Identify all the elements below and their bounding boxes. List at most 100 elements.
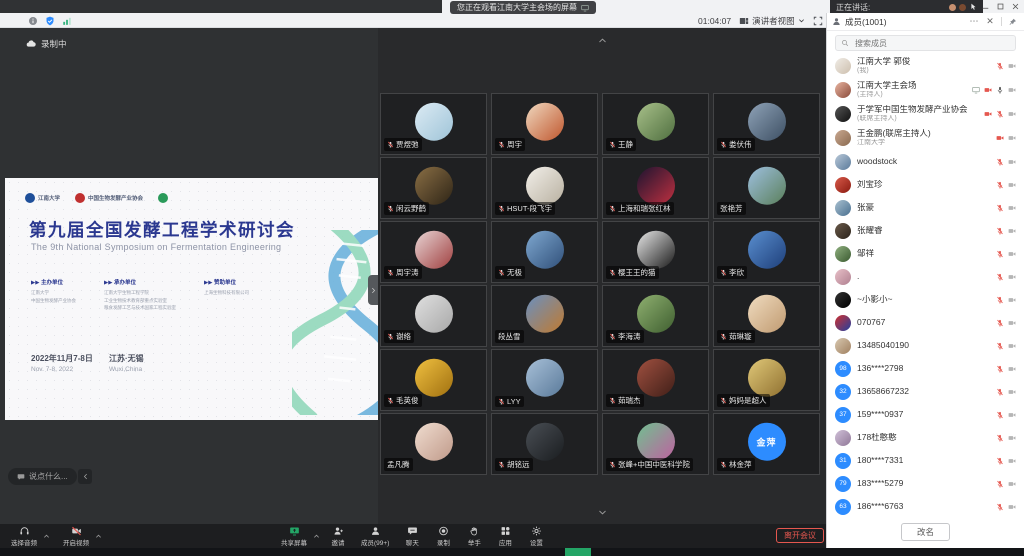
member-status-icons <box>996 273 1016 281</box>
chat-collapse-button[interactable] <box>78 469 92 484</box>
participant-tile[interactable]: 金萍 林金萍 <box>713 413 820 475</box>
member-row[interactable]: 张耀睿 <box>835 219 1016 242</box>
view-mode-button[interactable]: 演讲者视图 <box>739 15 805 27</box>
member-row[interactable]: 79 183****5279 <box>835 472 1016 495</box>
toolbar-button-apps[interactable]: 应用 <box>492 525 518 548</box>
member-name: woodstock <box>857 157 990 167</box>
member-row[interactable]: woodstock <box>835 150 1016 173</box>
member-row[interactable]: 江南大学 郭俊 (我) <box>835 54 1016 78</box>
toolbar-button-camera-slash[interactable]: 开启视频 <box>58 525 94 548</box>
participant-tile[interactable]: 妈妈是超人 <box>713 349 820 411</box>
participant-tile[interactable]: 周宇 <box>491 93 598 155</box>
mic-muted-icon <box>609 141 616 148</box>
sidebar-footer: 改名 <box>827 523 1024 541</box>
chat-quick-input[interactable]: 说点什么... <box>8 468 77 485</box>
participant-tile[interactable]: 茹琳璇 <box>713 285 820 347</box>
toolbar-button-members[interactable]: 成员(99+) <box>356 525 394 548</box>
poster-logos: 江南大学 中国生物发酵产业协会 <box>25 193 171 203</box>
minimize-button[interactable] <box>978 0 993 13</box>
toolbar-button-invite[interactable]: 邀请 <box>325 525 351 548</box>
participant-tile[interactable]: 孟凡腾 <box>380 413 487 475</box>
participant-avatar <box>748 359 786 397</box>
member-row[interactable]: . <box>835 265 1016 288</box>
speaker-view-icon <box>739 16 749 26</box>
camera-gray-icon <box>1008 480 1016 488</box>
toolbar-button-screen-share[interactable]: 共享屏幕 <box>276 525 312 548</box>
pin-panel-icon[interactable] <box>1007 18 1019 26</box>
scroll-down-chevron[interactable] <box>596 508 608 516</box>
toolbar-button-label: 录制 <box>437 537 450 547</box>
member-row[interactable]: 32 13658667232 <box>835 380 1016 403</box>
member-search[interactable] <box>835 35 1016 51</box>
members-sidebar: 成员(1001) ⋯ ✕ 江南大学 郭俊 (我) 江南大学主会场 (主持人) 于… <box>826 13 1024 548</box>
member-status-icons <box>996 158 1016 166</box>
member-status-icons <box>996 365 1016 373</box>
participant-tile[interactable]: 李欣 <box>713 221 820 283</box>
participant-tile[interactable]: 闲云野鹤 <box>380 157 487 219</box>
toolbar-button-settings[interactable]: 设置 <box>523 525 549 548</box>
info-icon[interactable] <box>28 16 38 26</box>
member-row[interactable]: 13485040190 <box>835 334 1016 357</box>
participant-name-chip: 李欣 <box>717 266 747 279</box>
participant-tile[interactable]: 毛英俊 <box>380 349 487 411</box>
close-button[interactable] <box>1008 0 1023 13</box>
participant-tile[interactable]: LYY <box>491 349 598 411</box>
member-row[interactable]: 178杜憨憨 <box>835 426 1016 449</box>
member-row[interactable]: 98 136****2798 <box>835 357 1016 380</box>
search-input[interactable] <box>853 38 1010 49</box>
toolbar-button-record[interactable]: 录制 <box>430 525 456 548</box>
more-options-icon[interactable]: ⋯ <box>968 16 980 27</box>
participant-name: 贾煜弛 <box>396 139 419 150</box>
caret-up-icon[interactable] <box>313 533 320 540</box>
toolbar-button-chat[interactable]: 聊天 <box>399 525 425 548</box>
member-row[interactable]: 张豪 <box>835 196 1016 219</box>
participant-tile[interactable]: 张艳芳 <box>713 157 820 219</box>
member-row[interactable]: 31 180****7331 <box>835 449 1016 472</box>
member-row[interactable]: 邹祥 <box>835 242 1016 265</box>
participant-tile[interactable]: 谢络 <box>380 285 487 347</box>
participant-tile[interactable]: 茹瑞杰 <box>602 349 709 411</box>
member-row[interactable]: 37 159****0937 <box>835 403 1016 426</box>
participant-tile[interactable]: 李海涛 <box>602 285 709 347</box>
maximize-button[interactable] <box>993 0 1008 13</box>
member-row[interactable]: 江南大学主会场 (主持人) <box>835 78 1016 102</box>
scroll-up-chevron[interactable] <box>596 36 608 44</box>
participant-tile[interactable]: 段丛雪 <box>491 285 598 347</box>
close-panel-icon[interactable]: ✕ <box>984 16 996 27</box>
panel-expand-handle[interactable] <box>368 275 378 305</box>
member-row[interactable]: 于学军中国生物发酵产业协会 (联席主持人) <box>835 102 1016 126</box>
participant-tile[interactable]: 樱王王的猫 <box>602 221 709 283</box>
participant-tile[interactable]: HSUT-段飞宇 <box>491 157 598 219</box>
participant-tile[interactable]: 胡铭远 <box>491 413 598 475</box>
participant-tile[interactable]: 贾煜弛 <box>380 93 487 155</box>
camera-gray-icon <box>1008 296 1016 304</box>
mic-muted-icon <box>996 457 1004 465</box>
participant-tile[interactable]: 娄伏伟 <box>713 93 820 155</box>
security-shield-icon[interactable] <box>45 16 55 26</box>
participant-tile[interactable]: 王静 <box>602 93 709 155</box>
participant-tile[interactable]: 上海和瑞张红林 <box>602 157 709 219</box>
member-row[interactable]: ~小影小~ <box>835 288 1016 311</box>
caret-up-icon[interactable] <box>43 533 50 540</box>
participant-tile[interactable]: 张峰+中国中医科学院 <box>602 413 709 475</box>
toolbar-button-hand[interactable]: 举手 <box>461 525 487 548</box>
participant-tile[interactable]: 无极 <box>491 221 598 283</box>
participant-tile[interactable]: 周宇涛 <box>380 221 487 283</box>
rename-button[interactable]: 改名 <box>901 523 950 541</box>
member-row[interactable]: 刘宝珍 <box>835 173 1016 196</box>
member-avatar <box>835 154 851 170</box>
leave-meeting-button[interactable]: 离开会议 <box>776 528 824 543</box>
member-row[interactable]: 070767 <box>835 311 1016 334</box>
network-signal-icon[interactable] <box>62 16 72 26</box>
member-row[interactable]: 63 186****6763 <box>835 495 1016 518</box>
mic-muted-icon <box>996 227 1004 235</box>
participant-avatar <box>526 167 564 205</box>
caret-up-icon[interactable] <box>95 533 102 540</box>
cursor-icon <box>969 3 977 11</box>
member-name: . <box>857 272 990 282</box>
toolbar-button-headset[interactable]: 选择音频 <box>6 525 42 548</box>
camera-gray-icon <box>1008 227 1016 235</box>
fullscreen-icon[interactable] <box>813 16 823 26</box>
member-avatar: 37 <box>835 407 851 423</box>
member-row[interactable]: 王金鹏(联席主持人) 江南大学 <box>835 126 1016 150</box>
